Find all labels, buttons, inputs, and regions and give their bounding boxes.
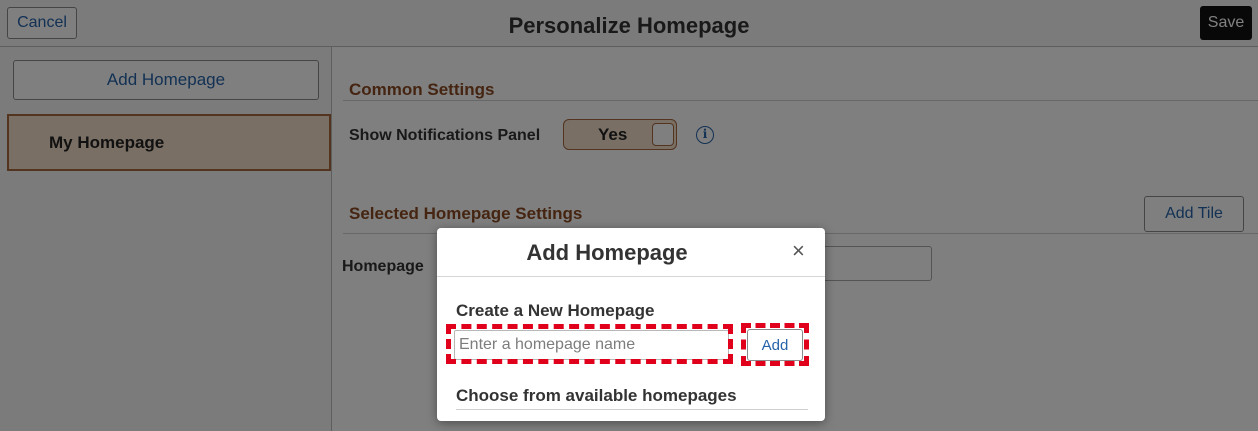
choose-homepages-heading: Choose from available homepages [456, 386, 737, 405]
highlight-box-add [741, 323, 809, 366]
close-icon[interactable]: × [792, 240, 805, 262]
highlight-box-input [446, 324, 733, 364]
add-homepage-dialog: Add Homepage × Create a New Homepage Add… [437, 228, 825, 421]
section-divider [456, 409, 808, 410]
create-homepage-heading: Create a New Homepage [456, 301, 655, 320]
dialog-header: Add Homepage × [437, 228, 825, 277]
dialog-title: Add Homepage [526, 240, 688, 265]
